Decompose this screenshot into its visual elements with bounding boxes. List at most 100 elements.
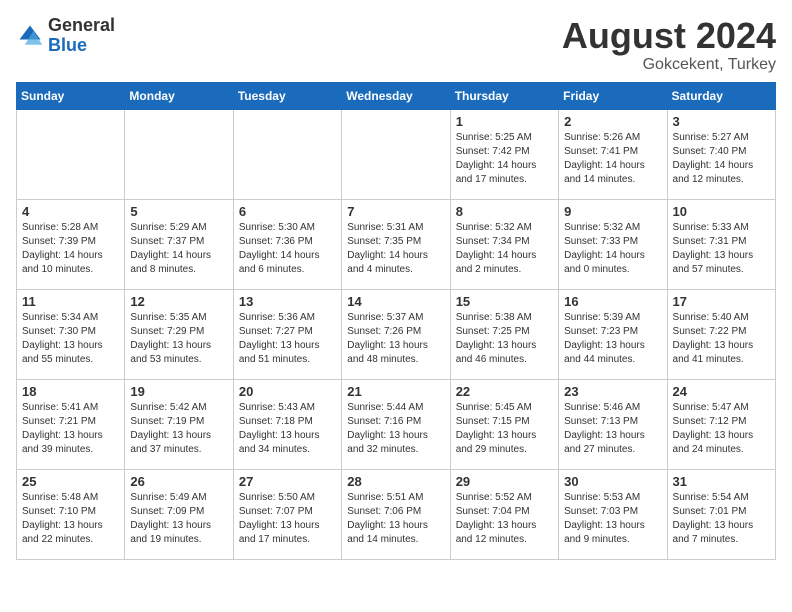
day-info: Sunrise: 5:28 AM Sunset: 7:39 PM Dayligh…	[22, 221, 119, 277]
day-number: 17	[673, 294, 770, 309]
calendar-cell: 9Sunrise: 5:32 AM Sunset: 7:33 PM Daylig…	[559, 199, 667, 289]
calendar-cell: 2 Sunrise: 5:26 AM Sunset: 7:41 PM Daylig…	[559, 109, 667, 199]
location-subtitle: Gokcekent, Turkey	[562, 56, 776, 74]
calendar-cell: 29Sunrise: 5:52 AM Sunset: 7:04 PM Dayli…	[450, 469, 558, 559]
logo-text: General Blue	[48, 16, 115, 56]
day-info: Sunrise: 5:32 AM Sunset: 7:34 PM Dayligh…	[456, 221, 553, 277]
day-number: 3	[673, 114, 770, 129]
day-of-week-header: Sunday	[17, 82, 125, 109]
day-number: 18	[22, 384, 119, 399]
day-number: 10	[673, 204, 770, 219]
day-of-week-header: Friday	[559, 82, 667, 109]
calendar-week-row: 18 Sunrise: 5:41 AM Sunset: 7:21 PM Dayli…	[17, 379, 776, 469]
month-year-title: August 2024	[562, 16, 776, 56]
day-info: Sunrise: 5:52 AM Sunset: 7:04 PM Dayligh…	[456, 491, 553, 547]
calendar-cell: 14 Sunrise: 5:37 AM Sunset: 7:26 PM Dayli…	[342, 289, 450, 379]
day-number: 12	[130, 294, 227, 309]
calendar-cell: 11 Sunrise: 5:34 AM Sunset: 7:30 PM Dayli…	[17, 289, 125, 379]
logo: General Blue	[16, 16, 115, 56]
calendar-cell: 19 Sunrise: 5:42 AM Sunset: 7:19 PM Dayli…	[125, 379, 233, 469]
day-info: Sunrise: 5:51 AM Sunset: 7:06 PM Dayligh…	[347, 491, 444, 547]
calendar-cell: 25 Sunrise: 5:48 AM Sunset: 7:10 PM Dayli…	[17, 469, 125, 559]
page-header: General Blue August 2024 Gokcekent, Turk…	[16, 16, 776, 74]
calendar-cell	[125, 109, 233, 199]
day-info: Sunrise: 5:45 AM Sunset: 7:15 PM Dayligh…	[456, 401, 553, 457]
calendar-cell: 22 Sunrise: 5:45 AM Sunset: 7:15 PM Dayli…	[450, 379, 558, 469]
calendar-week-row: 1 Sunrise: 5:25 AM Sunset: 7:42 PM Daylig…	[17, 109, 776, 199]
day-info: Sunrise: 5:42 AM Sunset: 7:19 PM Dayligh…	[130, 401, 227, 457]
day-number: 31	[673, 474, 770, 489]
day-number: 6	[239, 204, 336, 219]
day-number: 5	[130, 204, 227, 219]
day-info: Sunrise: 5:39 AM Sunset: 7:23 PM Dayligh…	[564, 311, 661, 367]
day-info: Sunrise: 5:40 AM Sunset: 7:22 PM Dayligh…	[673, 311, 770, 367]
day-info: Sunrise: 5:48 AM Sunset: 7:10 PM Dayligh…	[22, 491, 119, 547]
calendar-cell: 12 Sunrise: 5:35 AM Sunset: 7:29 PM Dayli…	[125, 289, 233, 379]
calendar-cell: 5 Sunrise: 5:29 AM Sunset: 7:37 PM Daylig…	[125, 199, 233, 289]
calendar-week-row: 4 Sunrise: 5:28 AM Sunset: 7:39 PM Daylig…	[17, 199, 776, 289]
logo-icon	[16, 22, 44, 50]
day-info: Sunrise: 5:33 AM Sunset: 7:31 PM Dayligh…	[673, 221, 770, 277]
day-info: Sunrise: 5:32 AM Sunset: 7:33 PM Dayligh…	[564, 221, 661, 277]
day-number: 23	[564, 384, 661, 399]
calendar-cell	[17, 109, 125, 199]
day-info: Sunrise: 5:25 AM Sunset: 7:42 PM Dayligh…	[456, 131, 553, 187]
day-info: Sunrise: 5:37 AM Sunset: 7:26 PM Dayligh…	[347, 311, 444, 367]
day-info: Sunrise: 5:29 AM Sunset: 7:37 PM Dayligh…	[130, 221, 227, 277]
day-info: Sunrise: 5:30 AM Sunset: 7:36 PM Dayligh…	[239, 221, 336, 277]
calendar-cell: 15 Sunrise: 5:38 AM Sunset: 7:25 PM Dayli…	[450, 289, 558, 379]
day-info: Sunrise: 5:49 AM Sunset: 7:09 PM Dayligh…	[130, 491, 227, 547]
day-number: 13	[239, 294, 336, 309]
calendar-cell: 28 Sunrise: 5:51 AM Sunset: 7:06 PM Dayli…	[342, 469, 450, 559]
day-number: 25	[22, 474, 119, 489]
calendar-cell: 7Sunrise: 5:31 AM Sunset: 7:35 PM Daylig…	[342, 199, 450, 289]
calendar-cell: 17 Sunrise: 5:40 AM Sunset: 7:22 PM Dayli…	[667, 289, 775, 379]
day-number: 22	[456, 384, 553, 399]
calendar-cell: 6 Sunrise: 5:30 AM Sunset: 7:36 PM Daylig…	[233, 199, 341, 289]
day-number: 7	[347, 204, 444, 219]
calendar-cell: 13 Sunrise: 5:36 AM Sunset: 7:27 PM Dayli…	[233, 289, 341, 379]
day-number: 26	[130, 474, 227, 489]
day-number: 27	[239, 474, 336, 489]
calendar-cell: 16 Sunrise: 5:39 AM Sunset: 7:23 PM Dayli…	[559, 289, 667, 379]
day-of-week-header: Wednesday	[342, 82, 450, 109]
day-info: Sunrise: 5:35 AM Sunset: 7:29 PM Dayligh…	[130, 311, 227, 367]
day-number: 11	[22, 294, 119, 309]
day-of-week-header: Thursday	[450, 82, 558, 109]
calendar-cell: 20 Sunrise: 5:43 AM Sunset: 7:18 PM Dayli…	[233, 379, 341, 469]
day-info: Sunrise: 5:50 AM Sunset: 7:07 PM Dayligh…	[239, 491, 336, 547]
day-info: Sunrise: 5:53 AM Sunset: 7:03 PM Dayligh…	[564, 491, 661, 547]
day-info: Sunrise: 5:34 AM Sunset: 7:30 PM Dayligh…	[22, 311, 119, 367]
day-info: Sunrise: 5:27 AM Sunset: 7:40 PM Dayligh…	[673, 131, 770, 187]
day-number: 30	[564, 474, 661, 489]
calendar-cell: 27 Sunrise: 5:50 AM Sunset: 7:07 PM Dayli…	[233, 469, 341, 559]
day-number: 19	[130, 384, 227, 399]
calendar-cell: 30 Sunrise: 5:53 AM Sunset: 7:03 PM Dayli…	[559, 469, 667, 559]
day-number: 14	[347, 294, 444, 309]
title-area: August 2024 Gokcekent, Turkey	[562, 16, 776, 74]
day-number: 1	[456, 114, 553, 129]
day-info: Sunrise: 5:54 AM Sunset: 7:01 PM Dayligh…	[673, 491, 770, 547]
day-info: Sunrise: 5:44 AM Sunset: 7:16 PM Dayligh…	[347, 401, 444, 457]
calendar-week-row: 25 Sunrise: 5:48 AM Sunset: 7:10 PM Dayli…	[17, 469, 776, 559]
calendar-cell	[233, 109, 341, 199]
day-number: 28	[347, 474, 444, 489]
day-of-week-header: Tuesday	[233, 82, 341, 109]
calendar-cell: 8 Sunrise: 5:32 AM Sunset: 7:34 PM Daylig…	[450, 199, 558, 289]
day-of-week-header: Monday	[125, 82, 233, 109]
day-info: Sunrise: 5:43 AM Sunset: 7:18 PM Dayligh…	[239, 401, 336, 457]
calendar-cell: 21Sunrise: 5:44 AM Sunset: 7:16 PM Dayli…	[342, 379, 450, 469]
day-number: 8	[456, 204, 553, 219]
day-number: 4	[22, 204, 119, 219]
day-info: Sunrise: 5:41 AM Sunset: 7:21 PM Dayligh…	[22, 401, 119, 457]
day-info: Sunrise: 5:38 AM Sunset: 7:25 PM Dayligh…	[456, 311, 553, 367]
day-info: Sunrise: 5:36 AM Sunset: 7:27 PM Dayligh…	[239, 311, 336, 367]
day-number: 15	[456, 294, 553, 309]
calendar-header-row: SundayMondayTuesdayWednesdayThursdayFrid…	[17, 82, 776, 109]
day-number: 16	[564, 294, 661, 309]
day-number: 2	[564, 114, 661, 129]
day-number: 20	[239, 384, 336, 399]
calendar-cell: 1 Sunrise: 5:25 AM Sunset: 7:42 PM Daylig…	[450, 109, 558, 199]
calendar-cell: 4 Sunrise: 5:28 AM Sunset: 7:39 PM Daylig…	[17, 199, 125, 289]
day-info: Sunrise: 5:26 AM Sunset: 7:41 PM Dayligh…	[564, 131, 661, 187]
